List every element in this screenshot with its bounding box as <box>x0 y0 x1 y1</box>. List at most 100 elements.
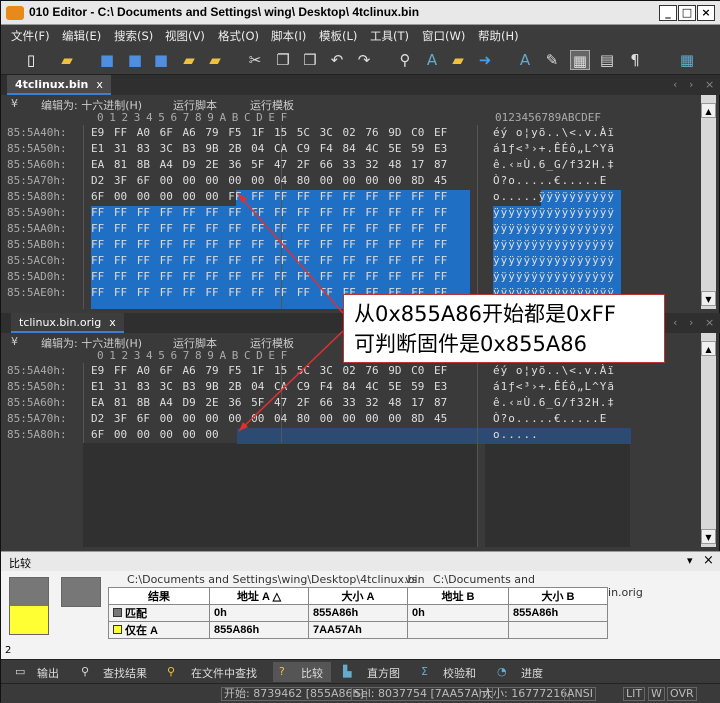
pilcrow-icon[interactable]: ¶ <box>625 50 645 70</box>
status-lit[interactable]: LIT <box>623 687 646 701</box>
row-ascii[interactable]: éý o¦yõ..\<.v.Àï <box>493 126 615 139</box>
tab-scroll-right-icon[interactable]: › <box>689 78 693 91</box>
save-all-icon[interactable]: ■ <box>151 50 171 70</box>
header-result[interactable]: 结果 <box>108 587 210 605</box>
bottom-hex-editor[interactable]: ¥ 编辑为: 十六进制(H) 运行脚本 运行模板 0 1 2 3 4 5 6 7… <box>1 333 716 547</box>
hex-row[interactable]: 85:5A80h: 6F 00 00 00 00 00 o..... <box>1 427 701 443</box>
row-hex-bytes[interactable]: EA 81 8B A4 D9 2E 36 5F 47 2F 66 33 32 4… <box>91 158 447 171</box>
hex-row[interactable]: 85:5A80h: 6F 00 00 00 00 00 FF FF FF FF F… <box>1 189 701 205</box>
header-address-a[interactable]: 地址 A △ <box>209 587 309 605</box>
menu-edit[interactable]: 编辑(E) <box>62 28 101 44</box>
open-folder-icon[interactable]: ▰ <box>57 50 77 70</box>
menu-search[interactable]: 搜索(S) <box>114 28 153 44</box>
calculator-icon[interactable]: ▦ <box>677 50 697 70</box>
cut-icon[interactable]: ✂ <box>245 50 265 70</box>
scroll-up-icon[interactable]: ▲ <box>701 341 716 356</box>
menu-view[interactable]: 视图(V) <box>165 28 205 44</box>
row-ascii[interactable]: ÿÿÿÿÿÿÿÿÿÿÿÿÿÿÿÿ <box>493 206 615 219</box>
menu-file[interactable]: 文件(F) <box>11 28 50 44</box>
collapse-icon[interactable]: ¥ <box>11 335 18 348</box>
row-hex-bytes[interactable]: E9 FF A0 6F A6 79 F5 1F 15 5C 3C 02 76 9… <box>91 364 447 377</box>
tab-scroll-right-icon[interactable]: › <box>689 316 693 329</box>
hex-row[interactable]: 85:5A50h: E1 31 83 3C B3 9B 2B 04 CA C9 F… <box>1 379 701 395</box>
tab-compare[interactable]: 比较 <box>301 665 323 681</box>
tab-scroll-left-icon[interactable]: ‹ <box>673 316 677 329</box>
hex-row[interactable]: 85:5A70h: D2 3F 6F 00 00 00 00 00 04 80 0… <box>1 173 701 189</box>
hex-row[interactable]: 85:5AC0h: FF FF FF FF FF FF FF FF FF FF F… <box>1 253 701 269</box>
tab-checksum[interactable]: 校验和 <box>443 665 476 681</box>
row-hex-bytes[interactable]: E1 31 83 3C B3 9B 2B 04 CA C9 F4 84 4C 5… <box>91 142 447 155</box>
menu-script[interactable]: 脚本(I) <box>271 28 306 44</box>
minimize-button[interactable]: _ <box>659 5 677 21</box>
tab-4tclinux[interactable]: 4tclinux.bin x <box>7 75 111 95</box>
folders-icon[interactable]: ▰ <box>205 50 225 70</box>
scroll-up-icon[interactable]: ▲ <box>701 103 716 118</box>
tab-progress[interactable]: 进度 <box>521 665 543 681</box>
hex-row[interactable]: 85:5A70h: D2 3F 6F 00 00 00 00 00 04 80 0… <box>1 411 701 427</box>
row-hex-bytes[interactable]: 6F 00 00 00 00 00 <box>91 428 219 441</box>
row-hex-bytes[interactable]: FF FF FF FF FF FF FF FF FF FF FF FF FF F… <box>91 222 447 235</box>
menu-format[interactable]: 格式(O) <box>218 28 259 44</box>
scroll-down-icon[interactable]: ▼ <box>701 291 716 306</box>
row-hex-bytes[interactable]: 6F 00 00 00 00 00 FF FF FF FF FF FF FF F… <box>91 190 447 203</box>
row-hex-bytes[interactable]: FF FF FF FF FF FF FF FF FF FF FF FF FF F… <box>91 206 447 219</box>
find-in-files-icon[interactable]: ▰ <box>448 50 468 70</box>
menu-help[interactable]: 帮助(H) <box>478 28 519 44</box>
bottom-vertical-scrollbar[interactable]: ▲ ▼ <box>701 333 716 547</box>
paste-icon[interactable]: ❒ <box>300 50 320 70</box>
tab-close-all-icon[interactable]: × <box>705 78 714 91</box>
replace-icon[interactable]: A <box>422 50 442 70</box>
save-icon[interactable]: ■ <box>97 50 117 70</box>
header-size-a[interactable]: 大小 A <box>308 587 408 605</box>
scroll-down-icon[interactable]: ▼ <box>701 529 716 544</box>
menu-window[interactable]: 窗口(W) <box>422 28 465 44</box>
columns-icon[interactable]: ▤ <box>597 50 617 70</box>
hex-row[interactable]: 85:5AD0h: FF FF FF FF FF FF FF FF FF FF F… <box>1 269 701 285</box>
row-ascii[interactable]: o..... <box>493 428 539 441</box>
row-ascii[interactable]: ê.‹¤Ù.6_G/f32H.‡ <box>493 158 615 171</box>
tab-close-icon[interactable]: x <box>96 78 103 91</box>
hex-row[interactable]: 85:5A60h: EA 81 8B A4 D9 2E 36 5F 47 2F 6… <box>1 157 701 173</box>
menu-tools[interactable]: 工具(T) <box>370 28 409 44</box>
goto-icon[interactable]: ➜ <box>475 50 495 70</box>
copy-icon[interactable]: ❐ <box>273 50 293 70</box>
row-ascii[interactable]: á1ƒ<³›+.ÊÉô„L^Yã <box>493 142 615 155</box>
row-hex-bytes[interactable]: D2 3F 6F 00 00 00 00 00 04 80 00 00 00 0… <box>91 412 447 425</box>
redo-icon[interactable]: ↷ <box>354 50 374 70</box>
highlight-icon[interactable]: ✎ <box>542 50 562 70</box>
table-row[interactable]: 匹配 0h 855A86h 0h 855A86h <box>108 604 608 622</box>
tab-histogram[interactable]: 直方图 <box>367 665 400 681</box>
row-hex-bytes[interactable]: D2 3F 6F 00 00 00 00 00 04 80 00 00 00 0… <box>91 174 447 187</box>
folder-icon[interactable]: ▰ <box>179 50 199 70</box>
menu-template[interactable]: 模板(L) <box>319 28 357 44</box>
hex-row[interactable]: 85:5A40h: E9 FF A0 6F A6 79 F5 1F 15 5C 3… <box>1 125 701 141</box>
table-row[interactable]: 仅在 A 855A86h 7AA57Ah <box>108 621 608 639</box>
tab-find-results[interactable]: 查找结果 <box>103 665 147 681</box>
find-icon[interactable]: ⚲ <box>395 50 415 70</box>
tab-close-icon[interactable]: x <box>109 316 116 329</box>
maximize-button[interactable]: □ <box>678 5 696 21</box>
row-hex-bytes[interactable]: E1 31 83 3C B3 9B 2B 04 CA C9 F4 84 4C 5… <box>91 380 447 393</box>
tab-close-all-icon[interactable]: × <box>705 316 714 329</box>
row-ascii[interactable]: ÿÿÿÿÿÿÿÿÿÿÿÿÿÿÿÿ <box>493 254 615 267</box>
tab-find-in-files[interactable]: 在文件中查找 <box>191 665 257 681</box>
hex-row[interactable]: 85:5A60h: EA 81 8B A4 D9 2E 36 5F 47 2F 6… <box>1 395 701 411</box>
tab-scroll-left-icon[interactable]: ‹ <box>673 78 677 91</box>
top-vertical-scrollbar[interactable]: ▲ ▼ <box>701 95 716 309</box>
row-hex-bytes[interactable]: E9 FF A0 6F A6 79 F5 1F 15 5C 3C 02 76 9… <box>91 126 447 139</box>
tab-output[interactable]: 输出 <box>37 665 59 681</box>
hex-row[interactable]: 85:5A90h: FF FF FF FF FF FF FF FF FF FF F… <box>1 205 701 221</box>
hex-row[interactable]: 85:5A40h: E9 FF A0 6F A6 79 F5 1F 15 5C 3… <box>1 363 701 379</box>
hex-row[interactable]: 85:5AA0h: FF FF FF FF FF FF FF FF FF FF F… <box>1 221 701 237</box>
collapse-icon[interactable]: ¥ <box>11 97 18 110</box>
row-ascii[interactable]: ÿÿÿÿÿÿÿÿÿÿÿÿÿÿÿÿ <box>493 222 615 235</box>
panel-close-icon[interactable]: × <box>703 553 714 568</box>
row-hex-bytes[interactable]: FF FF FF FF FF FF FF FF FF FF FF FF FF F… <box>91 254 447 267</box>
row-ascii[interactable]: Ò?o.....€.....E <box>493 174 607 187</box>
status-w[interactable]: W <box>648 687 665 701</box>
row-ascii[interactable]: ÿÿÿÿÿÿÿÿÿÿÿÿÿÿÿÿ <box>493 238 615 251</box>
close-button[interactable]: × <box>697 5 715 21</box>
undo-icon[interactable]: ↶ <box>327 50 347 70</box>
header-address-b[interactable]: 地址 B <box>407 587 509 605</box>
row-ascii[interactable]: ê.‹¤Ù.6_G/f32H.‡ <box>493 396 615 409</box>
